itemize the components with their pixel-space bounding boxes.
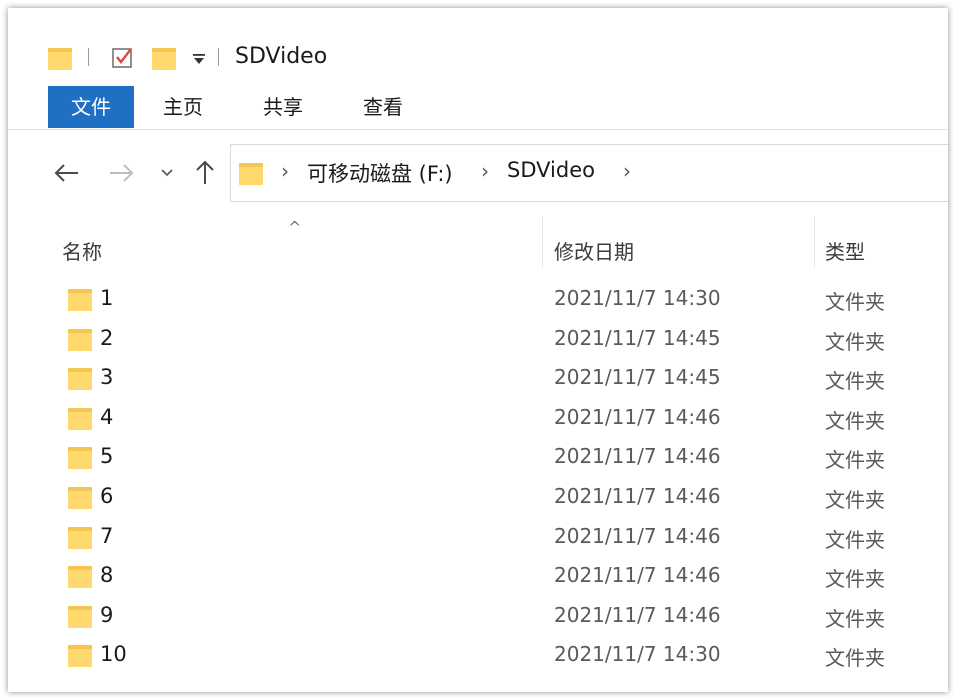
list-item[interactable]: 9 2021/11/7 14:46 文件夹: [8, 597, 948, 637]
list-item[interactable]: 5 2021/11/7 14:46 文件夹: [8, 438, 948, 478]
file-date: 2021/11/7 14:46: [554, 484, 721, 508]
sort-ascending-icon: ^: [288, 218, 302, 237]
list-item[interactable]: 1 2021/11/7 14:30 文件夹: [8, 280, 948, 320]
file-type: 文件夹: [825, 329, 885, 354]
folder-icon: [68, 525, 92, 549]
folder-icon: [68, 366, 92, 391]
folder-icon: [68, 485, 92, 509]
file-date: 2021/11/7 14:45: [554, 325, 721, 350]
ribbon-divider: [8, 129, 948, 130]
title-bar: SDVideo: [8, 8, 948, 76]
checkbox-icon[interactable]: [112, 46, 134, 68]
folder-icon: [68, 327, 92, 351]
file-type: 文件夹: [825, 290, 885, 314]
file-name: 4: [100, 404, 114, 429]
folder-icon: [68, 287, 92, 311]
explorer-window: SDVideo 文件 主页 共享 查看 › 可移动磁盘 (F:) › SDVid…: [8, 8, 948, 692]
tab-view[interactable]: 查看: [348, 86, 418, 128]
ribbon-tabs: 文件 主页 共享 查看: [8, 86, 948, 128]
list-item[interactable]: 8 2021/11/7 14:46 文件夹: [8, 557, 948, 597]
file-name: 1: [100, 286, 114, 310]
column-divider[interactable]: [542, 216, 543, 268]
breadcrumb-sdvideo[interactable]: SDVideo: [507, 158, 595, 182]
address-bar[interactable]: › 可移动磁盘 (F:) › SDVideo ›: [230, 144, 948, 202]
column-header-type[interactable]: 类型: [825, 236, 865, 265]
breadcrumb-chevron-icon[interactable]: ›: [481, 159, 489, 183]
file-type: 文件夹: [825, 527, 885, 552]
tab-file[interactable]: 文件: [48, 86, 134, 128]
folder-icon: [68, 604, 92, 628]
list-item[interactable]: 6 2021/11/7 14:46 文件夹: [8, 478, 948, 518]
folder-icon: [239, 161, 263, 185]
folder-icon: [68, 406, 92, 430]
list-item[interactable]: 4 2021/11/7 14:46 文件夹: [8, 399, 948, 439]
folder-icon: [68, 564, 92, 589]
file-type: 文件夹: [825, 448, 885, 473]
breadcrumb-chevron-icon[interactable]: ›: [281, 159, 289, 183]
tab-home[interactable]: 主页: [148, 86, 218, 128]
breadcrumb-drive[interactable]: 可移动磁盘 (F:): [307, 158, 453, 188]
column-headers: ^ 名称 修改日期 类型: [8, 216, 948, 272]
back-arrow-icon[interactable]: [52, 162, 80, 184]
file-type: 文件夹: [825, 369, 885, 394]
file-date: 2021/11/7 14:30: [554, 286, 721, 310]
folder-icon: [68, 643, 92, 668]
file-date: 2021/11/7 14:30: [554, 642, 721, 667]
tab-share[interactable]: 共享: [248, 86, 318, 128]
file-name: 9: [100, 602, 114, 627]
column-divider[interactable]: [814, 216, 815, 268]
folder-icon[interactable]: [48, 46, 72, 70]
file-name: 3: [100, 365, 114, 390]
file-name: 7: [100, 523, 114, 548]
file-date: 2021/11/7 14:46: [554, 602, 721, 627]
recent-locations-chevron-icon[interactable]: [160, 168, 174, 178]
file-name: 2: [100, 325, 114, 350]
file-date: 2021/11/7 14:46: [554, 404, 721, 429]
file-name: 8: [100, 563, 114, 588]
file-type: 文件夹: [825, 606, 885, 631]
file-type: 文件夹: [825, 488, 885, 512]
window-title: SDVideo: [235, 44, 328, 69]
breadcrumb-chevron-icon[interactable]: ›: [623, 159, 631, 183]
folder-icon: [68, 445, 92, 470]
dropdown-arrow-icon[interactable]: [192, 52, 206, 66]
list-item[interactable]: 7 2021/11/7 14:46 文件夹: [8, 518, 948, 558]
list-item[interactable]: 10 2021/11/7 14:30 文件夹: [8, 636, 948, 676]
separator: [218, 48, 219, 66]
file-name: 6: [100, 484, 114, 508]
list-item[interactable]: 2 2021/11/7 14:45 文件夹: [8, 320, 948, 360]
list-item[interactable]: 3 2021/11/7 14:45 文件夹: [8, 359, 948, 399]
separator: [88, 48, 89, 66]
navigation-bar: › 可移动磁盘 (F:) › SDVideo ›: [8, 142, 948, 202]
file-type: 文件夹: [825, 646, 885, 671]
forward-arrow-icon[interactable]: [108, 162, 136, 184]
file-date: 2021/11/7 14:46: [554, 444, 721, 469]
file-name: 10: [100, 642, 127, 667]
column-header-date[interactable]: 修改日期: [554, 236, 634, 265]
file-type: 文件夹: [825, 567, 885, 592]
file-date: 2021/11/7 14:45: [554, 365, 721, 390]
file-name: 5: [100, 444, 114, 469]
up-arrow-icon[interactable]: [194, 158, 216, 186]
new-folder-icon[interactable]: [152, 46, 176, 70]
file-date: 2021/11/7 14:46: [554, 563, 721, 588]
file-type: 文件夹: [825, 408, 885, 433]
file-date: 2021/11/7 14:46: [554, 523, 721, 548]
column-header-name[interactable]: 名称: [62, 236, 102, 265]
